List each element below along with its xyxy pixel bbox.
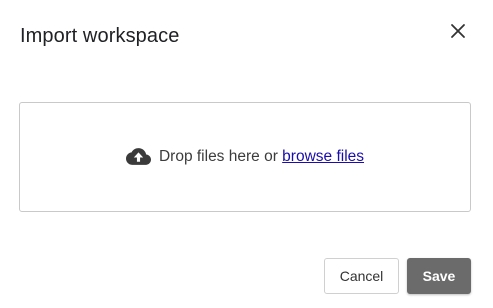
cancel-button[interactable]: Cancel — [324, 258, 399, 294]
dialog-title: Import workspace — [20, 25, 180, 47]
import-workspace-dialog: Import workspace Drop files here or brow… — [0, 0, 493, 308]
save-button[interactable]: Save — [407, 258, 471, 294]
drop-prompt-text: Drop files here or browse files — [159, 148, 364, 166]
cloud-upload-icon — [125, 148, 151, 166]
browse-files-link[interactable]: browse files — [282, 148, 364, 165]
file-drop-zone[interactable]: Drop files here or browse files — [19, 102, 471, 212]
close-icon — [451, 24, 465, 38]
drop-prompt-label: Drop files here or — [158, 148, 283, 165]
close-button[interactable] — [447, 20, 469, 42]
drop-zone-content: Drop files here or browse files — [125, 148, 364, 166]
